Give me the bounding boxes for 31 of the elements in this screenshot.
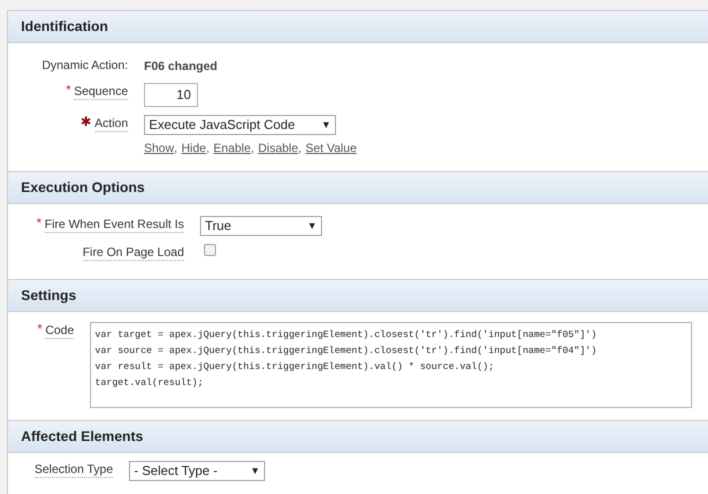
required-mark: * [36,216,42,229]
link-separator: , [174,140,178,157]
field-value: F06 changed [144,58,218,75]
select-field[interactable]: True ▼ [200,216,322,236]
link-separator: , [250,140,254,157]
link-separator: , [206,140,210,157]
field-label: Fire On Page Load [82,244,184,261]
required-mark: * [37,322,42,335]
field-label: Fire When Event Result Is [44,216,184,233]
link-separator: , [298,140,302,157]
section-header: Execution Options [8,172,708,204]
section-header: Settings [8,280,708,312]
action-link[interactable]: Enable [213,139,251,157]
action-link[interactable]: Disable [258,139,298,157]
required-mark: * [66,83,71,96]
field-label: Selection Type [34,461,113,478]
field-label: Sequence [74,83,128,100]
field-label: Code [45,322,74,339]
field-label: Action [94,115,128,132]
code-editor[interactable]: var target = apex.jQuery(this.triggeringElement).closest('tr').find('input[name="f05"]') var source = apex.jQuery(this.triggeringElement).closest('tr').find('input[name="f04"]') var result = apex.jQuery(this.triggeringElement).val() * source.val(); target.val(result); [90,322,692,408]
sequence-field[interactable]: 10 [144,83,198,107]
checkbox[interactable] [204,244,216,256]
action-link[interactable]: Set Value [306,139,357,157]
select-field[interactable]: Execute JavaScript Code ▼ [144,115,336,135]
section-header: Identification [8,11,708,43]
select-field[interactable]: - Select Type - ▼ [129,461,265,481]
section-header: Affected Elements [8,421,708,453]
field-label: Dynamic Action: [42,57,128,73]
required-mark: ✱ [80,115,92,128]
action-link[interactable]: Hide [181,139,206,157]
action-link[interactable]: Show [144,139,174,157]
